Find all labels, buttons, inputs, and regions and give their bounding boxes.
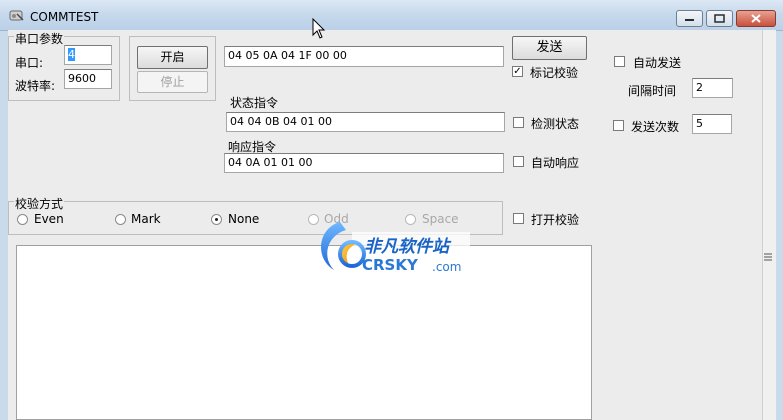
port-input[interactable]: 4 (64, 45, 112, 65)
parity-none-radio[interactable] (211, 214, 222, 225)
minimize-button[interactable] (676, 10, 703, 27)
open-parity-label: 打开校验 (531, 213, 580, 227)
status-label: 状态指令 (230, 96, 279, 110)
minimize-icon (685, 19, 694, 21)
close-icon (751, 14, 761, 23)
maximize-icon (714, 14, 725, 23)
parity-even-label: Even (34, 212, 64, 226)
port-label: 串口: (15, 56, 44, 70)
command-input[interactable]: 04 05 0A 04 1F 00 00 (224, 46, 504, 67)
grip-icon (764, 253, 772, 261)
mark-check-checkbox[interactable]: ✓ (512, 66, 523, 77)
mark-check-label: 标记校验 (530, 66, 579, 80)
interval-label: 间隔时间 (628, 84, 677, 98)
detect-status-checkbox[interactable] (513, 117, 524, 128)
port-value: 4 (68, 48, 75, 61)
output-textarea[interactable] (16, 245, 592, 420)
baud-label: 波特率: (15, 79, 56, 93)
auto-send-label: 自动发送 (633, 56, 682, 70)
send-count-input[interactable]: 5 (692, 114, 732, 134)
detect-status-label: 检测状态 (531, 117, 580, 131)
baud-input[interactable]: 9600 (64, 69, 112, 89)
status-input[interactable]: 04 04 0B 04 01 00 (226, 112, 505, 132)
parity-mark-radio[interactable] (115, 214, 126, 225)
interval-input[interactable]: 2 (692, 78, 733, 98)
maximize-button[interactable] (706, 10, 733, 27)
serial-params-title: 串口参数 (14, 30, 65, 47)
window-resize-edge[interactable] (762, 30, 776, 420)
parity-even-radio[interactable] (17, 214, 28, 225)
open-button[interactable]: 开启 (137, 46, 208, 69)
parity-mark-label: Mark (131, 212, 161, 226)
auto-send-checkbox[interactable] (614, 56, 625, 67)
parity-none-label: None (228, 212, 260, 226)
open-parity-checkbox[interactable] (513, 213, 524, 224)
watermark-suffix-text: .com (432, 260, 462, 274)
watermark-logo: 非凡软件站 CRSKY .com (312, 218, 472, 276)
watermark-en-text: CRSKY (362, 256, 418, 274)
mouse-cursor-icon (312, 18, 326, 39)
send-button[interactable]: 发送 (512, 36, 587, 60)
response-input[interactable]: 04 0A 01 01 00 (224, 153, 504, 173)
send-count-checkbox[interactable] (613, 120, 624, 131)
auto-response-label: 自动响应 (531, 156, 580, 170)
close-button[interactable] (736, 10, 776, 27)
watermark-cn-text: 非凡软件站 (364, 237, 449, 257)
window-title: COMMTEST (30, 10, 99, 24)
send-count-label: 发送次数 (631, 120, 680, 134)
app-icon (9, 10, 24, 21)
parity-title: 校验方式 (14, 195, 65, 212)
stop-button[interactable]: 停止 (137, 71, 208, 93)
auto-response-checkbox[interactable] (513, 156, 524, 167)
title-bar[interactable]: COMMTEST (0, 0, 783, 31)
